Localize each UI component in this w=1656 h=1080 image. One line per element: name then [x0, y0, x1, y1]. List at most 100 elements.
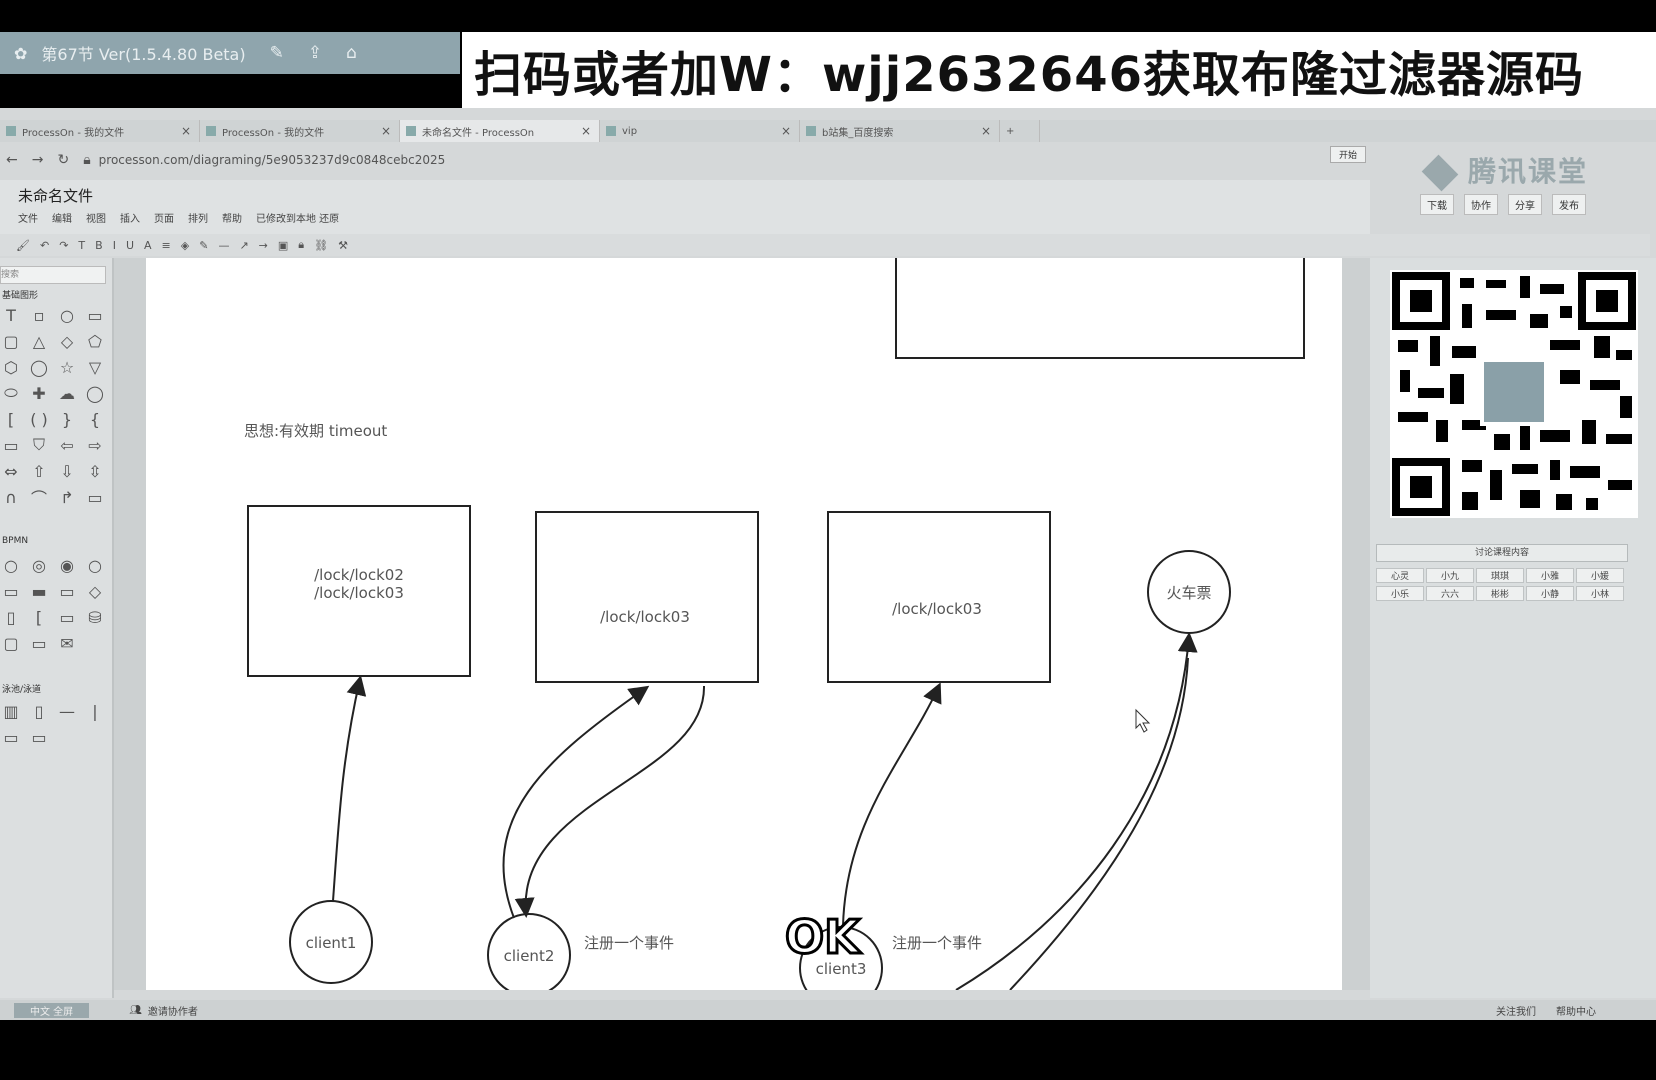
menu-file[interactable]: 文件 — [18, 210, 38, 225]
event-mid-icon[interactable]: ◎ — [28, 554, 50, 576]
document-icon[interactable]: ▯ — [0, 606, 22, 628]
underline-icon[interactable]: U — [126, 239, 134, 252]
datastore-icon[interactable]: ⛁ — [84, 606, 106, 628]
reload-icon[interactable]: ↻ — [57, 152, 69, 168]
discussion-item[interactable]: 心灵 — [1376, 568, 1424, 583]
separator-v-icon[interactable]: | — [84, 700, 106, 722]
diamond-shape-icon[interactable]: ◇ — [56, 330, 78, 352]
invite-collab-link[interactable]: 邀请协作者 — [148, 1003, 198, 1018]
arrow-down-icon[interactable]: ⇩ — [56, 460, 78, 482]
discussion-item[interactable]: 小乐 — [1376, 586, 1424, 601]
menu-insert[interactable]: 插入 — [120, 210, 140, 225]
message-icon[interactable]: ✉ — [56, 632, 78, 654]
speech-shape-icon[interactable]: ◯ — [84, 382, 106, 404]
connector-client3-box3[interactable] — [842, 682, 942, 927]
discussion-item[interactable]: 小林 — [1576, 586, 1624, 601]
shield-shape-icon[interactable]: ⛉ — [28, 434, 50, 456]
event-end-icon[interactable]: ◉ — [56, 554, 78, 576]
lane-vertical-icon[interactable]: ▯ — [28, 700, 50, 722]
download-button[interactable]: 下载 — [1420, 194, 1454, 215]
tools-icon[interactable]: ⚒︎ — [338, 239, 348, 252]
lane-col-icon[interactable]: ▭ — [28, 726, 50, 748]
file-title[interactable]: 未命名文件 — [18, 185, 93, 206]
line-style-icon[interactable]: — — [218, 239, 229, 252]
tab-processon-1[interactable]: ProcessOn - 我的文件 × — [0, 120, 200, 142]
arrow-icon[interactable]: → — [259, 239, 268, 252]
discussion-title[interactable]: 讨论课程内容 — [1376, 544, 1628, 562]
doc-shape-icon[interactable]: ▭ — [0, 434, 22, 456]
event-start-icon[interactable]: ○ — [0, 554, 22, 576]
close-icon[interactable]: × — [381, 124, 391, 138]
url-field[interactable]: processon.com/diagraming/5e9053237d9c084… — [99, 153, 446, 167]
discussion-item[interactable]: 琪琪 — [1476, 568, 1524, 583]
discussion-item[interactable]: 六六 — [1426, 586, 1474, 601]
share-icon[interactable]: ⇪ — [308, 43, 322, 63]
brace-shape-icon[interactable]: } — [56, 408, 78, 430]
category-basic[interactable]: 基础图形 — [2, 288, 38, 301]
pool-icon[interactable]: ▢ — [0, 632, 22, 654]
corner-arrow-icon[interactable]: ↱ — [56, 486, 78, 508]
menu-view[interactable]: 视图 — [86, 210, 106, 225]
group-icon[interactable]: ▣ — [278, 239, 288, 252]
tab-baidu[interactable]: b站集_百度搜索 × — [800, 120, 1000, 142]
lock-shape-icon[interactable]: 🔒︎ — [298, 238, 304, 252]
arrow-up-icon[interactable]: ⇧ — [28, 460, 50, 482]
note-shape-icon[interactable]: ▫ — [28, 304, 50, 326]
cloud-shape-icon[interactable]: ☁︎ — [56, 382, 78, 404]
category-swimlane[interactable]: 泳池/泳道 — [2, 682, 41, 695]
arrow-right-icon[interactable]: ⇨ — [84, 434, 106, 456]
tab-vip[interactable]: vip × — [600, 120, 800, 142]
arrow-left-icon[interactable]: ⇦ — [56, 434, 78, 456]
text-shape-icon[interactable]: T — [0, 304, 22, 326]
follow-link[interactable]: 关注我们 — [1496, 1003, 1536, 1018]
align-icon[interactable]: ≡ — [162, 239, 171, 252]
help-link[interactable]: 帮助中心 — [1556, 1003, 1596, 1018]
note-text[interactable]: 思想:有效期 timeout — [244, 422, 387, 440]
category-bpmn[interactable]: BPMN — [2, 536, 28, 546]
subprocess-icon[interactable]: ▭ — [56, 580, 78, 602]
menu-page[interactable]: 页面 — [154, 210, 174, 225]
close-icon[interactable]: × — [981, 124, 991, 138]
link-icon[interactable]: ⛓︎ — [314, 239, 328, 252]
event-label-2[interactable]: 注册一个事件 — [892, 934, 982, 952]
triangle-shape-icon[interactable]: △ — [28, 330, 50, 352]
task-bold-icon[interactable]: ▬ — [28, 580, 50, 602]
rect-shape-icon[interactable]: ▭ — [84, 304, 106, 326]
monitor-icon[interactable]: ▭ — [28, 632, 50, 654]
gateway-icon[interactable]: ◇ — [84, 580, 106, 602]
hexagon-shape-icon[interactable]: ⬡ — [0, 356, 22, 378]
back-icon[interactable]: ← — [6, 152, 18, 168]
italic-icon[interactable]: I — [113, 239, 116, 252]
event-timer-icon[interactable]: ○ — [84, 554, 106, 576]
shape-search-input[interactable]: 搜索 — [0, 266, 106, 284]
connector-train-2[interactable] — [1009, 657, 1189, 990]
menu-arrange[interactable]: 排列 — [188, 210, 208, 225]
top-partial-box[interactable] — [895, 258, 1305, 359]
discussion-item[interactable]: 彬彬 — [1476, 586, 1524, 601]
connector-client2-box2[interactable] — [502, 685, 650, 919]
close-icon[interactable]: × — [581, 124, 591, 138]
discussion-item[interactable]: 小九 — [1426, 568, 1474, 583]
event-label-1[interactable]: 注册一个事件 — [584, 934, 674, 952]
undo-icon[interactable]: ↶ — [40, 239, 49, 252]
close-icon[interactable]: × — [781, 124, 791, 138]
arrow-lr-icon[interactable]: ⇔ — [0, 460, 22, 482]
home-icon[interactable]: ⌂ — [346, 43, 357, 63]
open-button[interactable]: 开始 — [1330, 146, 1367, 163]
share-button[interactable]: 分享 — [1508, 194, 1542, 215]
star-shape-icon[interactable]: ☆ — [56, 356, 78, 378]
font-icon[interactable]: T — [78, 239, 85, 252]
circle-shape-icon[interactable]: ○ — [56, 304, 78, 326]
inverted-triangle-icon[interactable]: ▽ — [84, 356, 106, 378]
discussion-item[interactable]: 小媛 — [1576, 568, 1624, 583]
discussion-item[interactable]: 小静 — [1526, 586, 1574, 601]
bold-icon[interactable]: B — [95, 239, 103, 252]
brace-left-icon[interactable]: { — [84, 408, 106, 430]
bracket-shape-icon[interactable]: [ — [0, 408, 22, 430]
forward-icon[interactable]: → — [32, 152, 44, 168]
lock-box-3[interactable] — [827, 511, 1051, 683]
new-tab-button[interactable]: + — [1000, 120, 1040, 142]
line-color-icon[interactable]: ✎ — [199, 239, 208, 252]
annotation-icon[interactable]: [ — [28, 606, 50, 628]
cross-shape-icon[interactable]: ✚ — [28, 382, 50, 404]
